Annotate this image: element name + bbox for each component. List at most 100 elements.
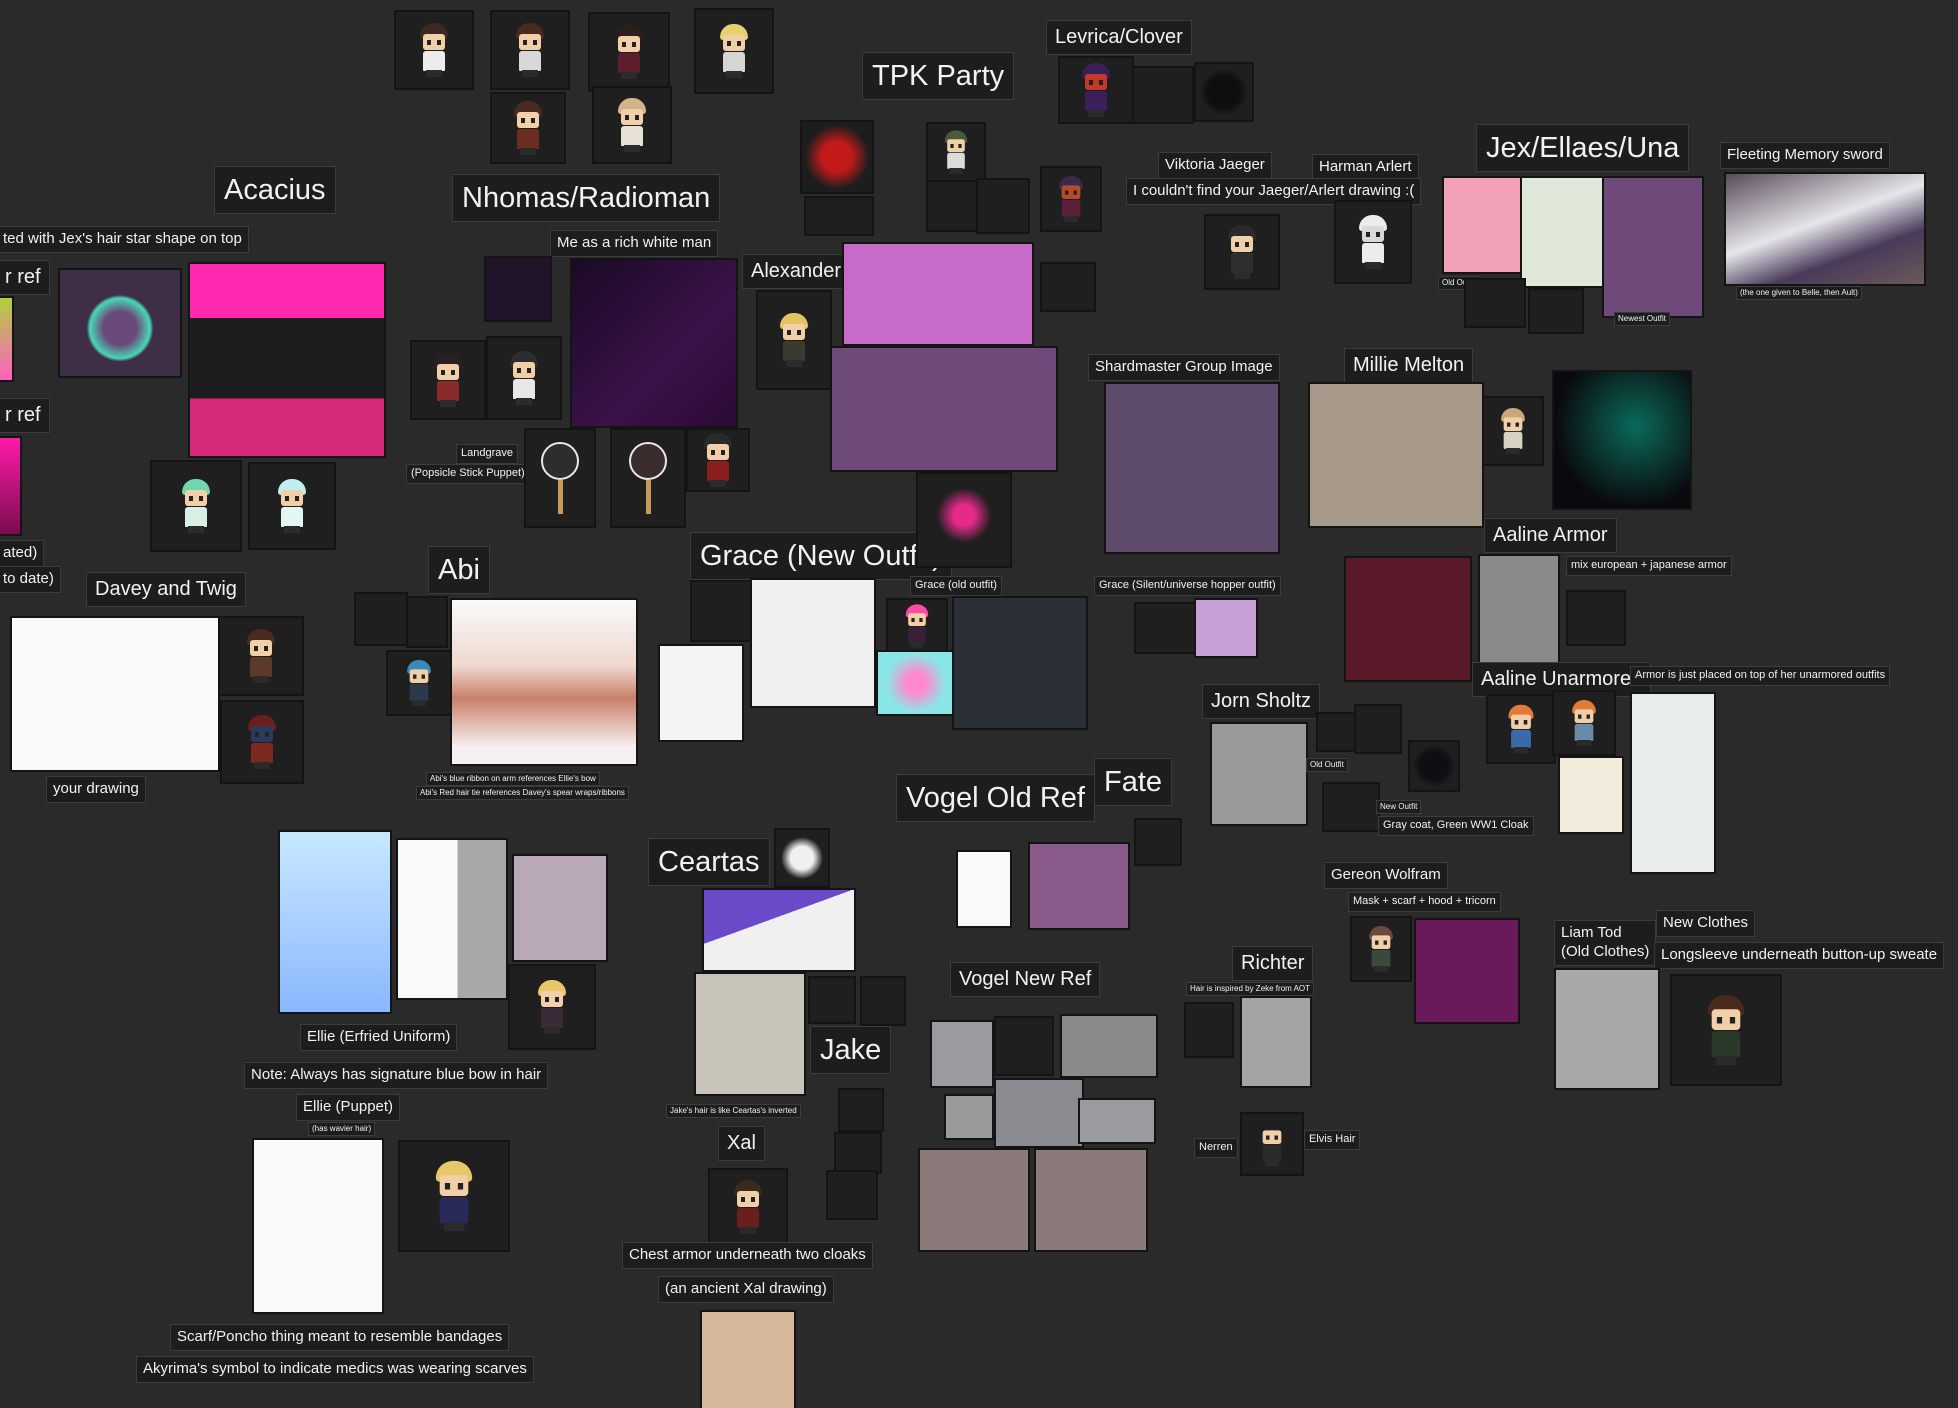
- image-tile[interactable]: [1630, 692, 1716, 874]
- sprite-tile[interactable]: [708, 1168, 788, 1246]
- image-tile[interactable]: [450, 598, 638, 766]
- sprite-tile[interactable]: [1240, 1112, 1304, 1176]
- puppet-tile[interactable]: [524, 428, 596, 528]
- image-tile[interactable]: [1602, 176, 1704, 318]
- image-tile[interactable]: [252, 1138, 384, 1314]
- image-tile[interactable]: [512, 854, 608, 962]
- sprite-tile[interactable]: [508, 964, 596, 1050]
- image-tile[interactable]: [994, 1078, 1084, 1148]
- sprite-tile[interactable]: [220, 700, 304, 784]
- image-tile[interactable]: [702, 888, 856, 972]
- sprite-tile[interactable]: [592, 86, 672, 164]
- sprite-tile[interactable]: [686, 428, 750, 492]
- sprite-tile[interactable]: [1058, 56, 1134, 124]
- image-tile[interactable]: [1240, 996, 1312, 1088]
- image-tile[interactable]: [1060, 1014, 1158, 1078]
- sprite-tile[interactable]: [588, 12, 670, 92]
- image-tile[interactable]: [1210, 722, 1308, 826]
- image-tile[interactable]: [1344, 556, 1472, 682]
- image-tile[interactable]: [10, 616, 220, 772]
- sprite-tile[interactable]: [354, 592, 408, 646]
- image-tile[interactable]: [396, 838, 508, 1000]
- image-tile[interactable]: [750, 578, 876, 708]
- sprite-tile[interactable]: [1184, 1002, 1234, 1058]
- sprite-tile[interactable]: [834, 1132, 882, 1174]
- sprite-tile[interactable]: [1334, 200, 1412, 284]
- sprite-tile[interactable]: [756, 290, 832, 390]
- image-tile[interactable]: [774, 828, 830, 888]
- sprite-tile[interactable]: [1552, 690, 1616, 756]
- image-tile[interactable]: [1724, 172, 1926, 286]
- sprite-tile[interactable]: [150, 460, 242, 552]
- image-tile[interactable]: [1104, 382, 1280, 554]
- sprite-tile[interactable]: [1204, 214, 1280, 290]
- party-lineup-tile[interactable]: [842, 242, 1034, 346]
- image-tile[interactable]: [918, 1148, 1030, 1252]
- image-tile[interactable]: [0, 436, 22, 536]
- sprite-tile[interactable]: [690, 580, 754, 642]
- sprite-tile[interactable]: [1132, 66, 1194, 124]
- image-tile[interactable]: [1520, 176, 1604, 288]
- party-group-tile[interactable]: [830, 346, 1058, 472]
- sprite-tile[interactable]: [394, 10, 474, 90]
- sprite-tile[interactable]: [1322, 782, 1380, 832]
- sprite-tile[interactable]: [826, 1170, 878, 1220]
- sprite-tile[interactable]: [838, 1088, 884, 1132]
- sprite-tile[interactable]: [808, 976, 856, 1024]
- sprite-tile[interactable]: [386, 650, 452, 716]
- sprite-tile[interactable]: [994, 1016, 1054, 1076]
- image-tile[interactable]: [1442, 176, 1522, 274]
- sprite-tile[interactable]: [490, 10, 570, 90]
- image-tile[interactable]: [700, 1310, 796, 1408]
- image-tile[interactable]: [952, 596, 1088, 730]
- whiteboard-canvas[interactable]: Acacius ted with Jex's hair star shape o…: [0, 0, 1958, 1408]
- image-tile[interactable]: [278, 830, 392, 1014]
- sprite-tile[interactable]: [410, 340, 486, 420]
- sprite-tile[interactable]: [486, 336, 562, 420]
- sprite-tile[interactable]: [1528, 288, 1584, 334]
- image-tile[interactable]: [1414, 918, 1520, 1024]
- image-tile[interactable]: [944, 1094, 994, 1140]
- image-tile[interactable]: [484, 256, 552, 322]
- image-tile[interactable]: [956, 850, 1012, 928]
- sprite-tile[interactable]: [1482, 396, 1544, 466]
- image-tile[interactable]: [0, 296, 14, 382]
- image-tile[interactable]: [1308, 382, 1484, 528]
- image-tile[interactable]: [876, 650, 956, 716]
- image-tile[interactable]: [58, 268, 182, 378]
- sprite-tile[interactable]: [1486, 694, 1556, 764]
- image-tile[interactable]: [1558, 756, 1624, 834]
- sprite-tile[interactable]: [248, 462, 336, 550]
- image-tile[interactable]: [1028, 842, 1130, 930]
- sprite-tile[interactable]: [1194, 62, 1254, 122]
- sprite-tile[interactable]: [804, 196, 874, 236]
- sprite-tile[interactable]: [1354, 704, 1402, 754]
- image-tile[interactable]: [1078, 1098, 1156, 1144]
- sprite-tile[interactable]: [1316, 712, 1356, 752]
- puppet-tile[interactable]: [610, 428, 686, 528]
- sprite-tile[interactable]: [1464, 278, 1526, 328]
- image-tile[interactable]: [930, 1020, 994, 1088]
- image-tile[interactable]: [1552, 370, 1692, 510]
- image-tile[interactable]: [1194, 598, 1258, 658]
- sprite-tile[interactable]: [1350, 916, 1412, 982]
- sprite-tile[interactable]: [1040, 262, 1096, 312]
- image-tile[interactable]: [694, 972, 806, 1096]
- sprite-tile[interactable]: [490, 92, 566, 164]
- sprite-tile[interactable]: [1670, 974, 1782, 1086]
- sprite-tile[interactable]: [886, 598, 948, 654]
- image-tile[interactable]: [658, 644, 744, 742]
- sprite-tile[interactable]: [1566, 590, 1626, 646]
- sprite-tile[interactable]: [406, 596, 448, 648]
- sprite-tile[interactable]: [1134, 602, 1196, 654]
- image-tile[interactable]: [800, 120, 874, 194]
- sprite-tile[interactable]: [694, 8, 774, 94]
- sprite-tile[interactable]: [1408, 740, 1460, 792]
- image-tile[interactable]: [188, 262, 386, 458]
- sprite-tile[interactable]: [916, 472, 1012, 568]
- sprite-tile[interactable]: [1040, 166, 1102, 232]
- image-tile[interactable]: [570, 258, 738, 428]
- sprite-tile[interactable]: [926, 180, 978, 232]
- sprite-tile[interactable]: [398, 1140, 510, 1252]
- sprite-tile[interactable]: [218, 616, 304, 696]
